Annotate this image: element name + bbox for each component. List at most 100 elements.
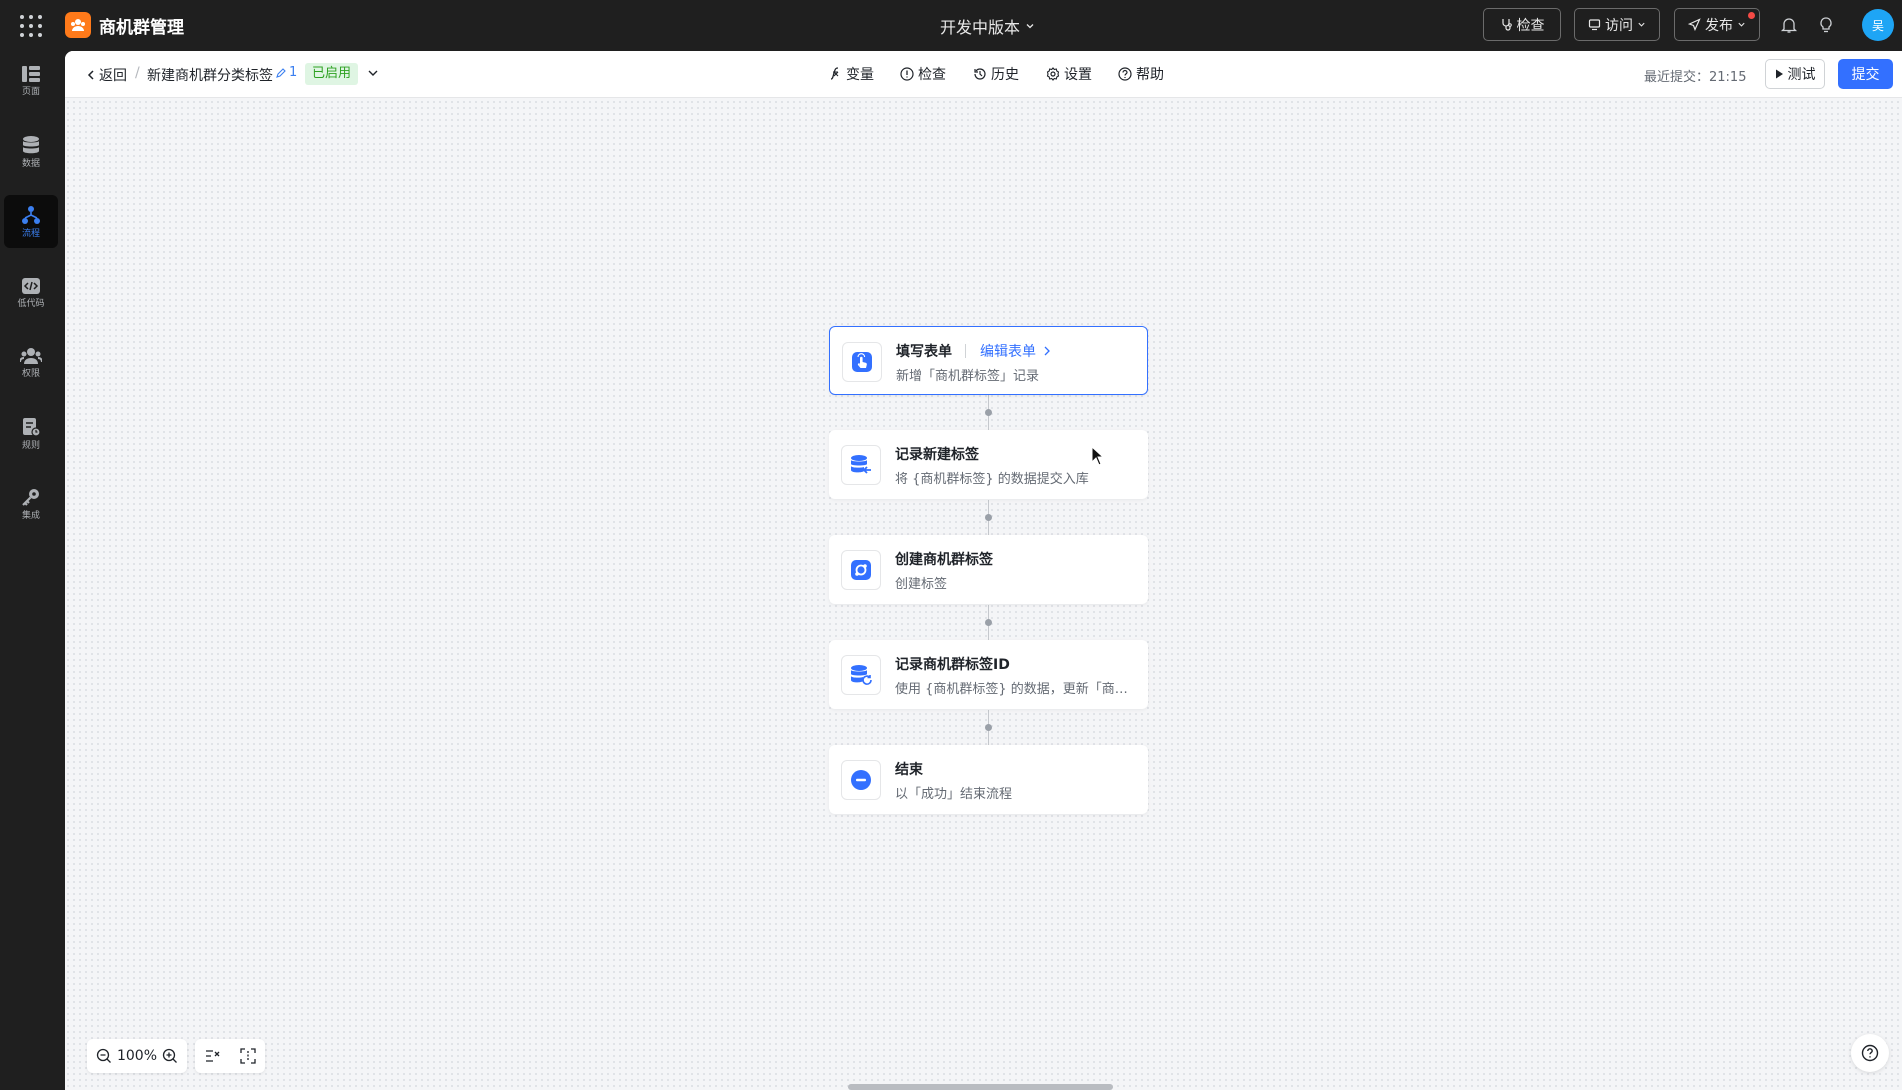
chevron-left-icon [87,70,94,80]
notification-dot [1748,12,1755,19]
zoom-level[interactable]: 100% [117,1048,157,1064]
tool-label: 历史 [991,67,1019,83]
node-description: 创建标签 [895,577,948,592]
send-icon [1688,18,1701,31]
chevron-down-icon[interactable] [367,67,379,83]
connector-dot[interactable] [985,409,992,416]
db-import-icon [841,445,881,485]
tool-history[interactable]: 历史 [973,64,1019,84]
tool-label: 检查 [918,67,946,83]
sidebar-item-flow[interactable]: 流程 [4,195,58,248]
apps-grid-icon[interactable] [18,13,44,39]
sidebar-item-label: 集成 [21,510,40,521]
flow-canvas[interactable]: 返回 / 新建商机群分类标签 1 已启用 变量 检查 历史 设置 帮助 最近提交… [65,51,1902,1090]
node-title: 记录新建标签 [895,447,979,463]
check-button-label: 检查 [1516,17,1545,34]
sidebar-item-label: 低代码 [17,298,45,309]
question-circle-icon [1861,1044,1879,1062]
flow-toolbar: 返回 / 新建商机群分类标签 1 已启用 变量 检查 历史 设置 帮助 最近提交… [65,51,1902,98]
connector-dot[interactable] [985,514,992,521]
connector-dot[interactable] [985,724,992,731]
submit-button[interactable]: 提交 [1838,59,1893,89]
tool-label: 设置 [1064,67,1092,83]
auto-layout-icon[interactable] [205,1048,221,1064]
tool-settings[interactable]: 设置 [1046,64,1092,84]
users-icon [20,347,42,364]
monitor-icon [1588,19,1601,31]
version-label: 开发中版本 [940,18,1021,37]
sidebar-item-integration[interactable]: 集成 [4,477,58,530]
hand-pointer-icon [842,342,882,382]
fit-view-icon[interactable] [239,1048,256,1064]
tool-variables[interactable]: 变量 [828,64,874,84]
end-icon [841,760,881,800]
history-icon [974,68,986,80]
flow-node-fill-form[interactable]: 填写表单 编辑表单 新增「商机群标签」记录 [829,326,1148,395]
sidebar-item-label: 流程 [21,228,40,239]
tool-help[interactable]: 帮助 [1118,64,1164,84]
back-button-label: 返回 [99,68,127,84]
database-icon [23,135,39,153]
app-logo[interactable] [65,12,91,38]
sidebar-item-data[interactable]: 数据 [4,125,58,178]
zoom-out-icon[interactable] [96,1048,112,1064]
avatar[interactable]: 吴 [1862,9,1894,41]
page-icon [22,65,40,82]
edit-form-label: 编辑表单 [980,344,1036,360]
node-title: 记录商机群标签ID [895,657,1010,673]
version-number: 1 [289,65,298,80]
rule-icon [23,417,41,437]
edit-form-link[interactable]: 编辑表单 [980,341,1052,361]
version-indicator[interactable]: 1 [275,65,297,80]
edit-pencil-icon [276,67,286,78]
flow-node-create-tag[interactable]: 创建商机群标签 创建标签 [829,535,1148,604]
variable-icon [830,67,839,80]
zoom-in-icon[interactable] [162,1048,178,1064]
flow-name[interactable]: 新建商机群分类标签 [147,65,273,85]
horizontal-scrollbar[interactable] [848,1084,1113,1090]
tool-label: 帮助 [1136,67,1164,83]
key-icon [22,488,39,506]
flow-icon [22,205,40,224]
version-selector[interactable]: 开发中版本 [940,14,1035,38]
db-update-icon [841,655,881,695]
check-button[interactable]: 检查 [1483,8,1561,41]
node-title: 结束 [895,762,923,778]
test-button-label: 测试 [1787,67,1816,83]
help-button[interactable] [1851,1034,1889,1072]
sidebar-item-page[interactable]: 页面 [4,54,58,107]
visit-button[interactable]: 访问 [1574,8,1660,41]
top-bar: 商机群管理 开发中版本 检查 访问 发布 吴 [0,0,1902,51]
mouse-cursor-icon [1091,445,1105,470]
test-button[interactable]: 测试 [1765,59,1825,89]
visit-button-label: 访问 [1605,17,1633,34]
sidebar-item-lowcode[interactable]: 低代码 [4,266,58,319]
back-button[interactable]: 返回 [85,65,127,85]
bell-icon[interactable] [1778,14,1800,36]
connector-icon [841,550,881,590]
lightbulb-icon[interactable] [1815,14,1837,36]
sidebar-item-label: 规则 [21,440,40,451]
connector-dot[interactable] [985,619,992,626]
node-description: 使用 {商机群标签} 的数据，更新「商… [895,682,1128,697]
breadcrumb-separator: / [135,65,140,81]
flow-node-end[interactable]: 结束 以「成功」结束流程 [829,745,1148,814]
flow-node-record-tag-id[interactable]: 记录商机群标签ID 使用 {商机群标签} 的数据，更新「商… [829,640,1148,709]
publish-button[interactable]: 发布 [1674,8,1760,41]
sidebar-item-rule[interactable]: 规则 [4,407,58,460]
sidebar-item-label: 权限 [21,368,40,379]
info-circle-icon [900,67,914,81]
sidebar-item-permission[interactable]: 权限 [4,336,58,389]
question-circle-icon [1118,67,1132,81]
tool-label: 变量 [846,67,874,83]
tool-check[interactable]: 检查 [900,64,946,84]
sidebar-item-label: 页面 [21,86,40,97]
node-title: 创建商机群标签 [895,552,993,568]
play-icon [1775,69,1783,79]
node-description: 新增「商机群标签」记录 [896,369,1040,384]
sidebar-item-label: 数据 [21,158,40,169]
stethoscope-icon [1501,19,1512,31]
node-title: 填写表单 [896,344,952,360]
status-badge: 已启用 [305,63,359,85]
chevron-down-icon [1738,22,1745,27]
